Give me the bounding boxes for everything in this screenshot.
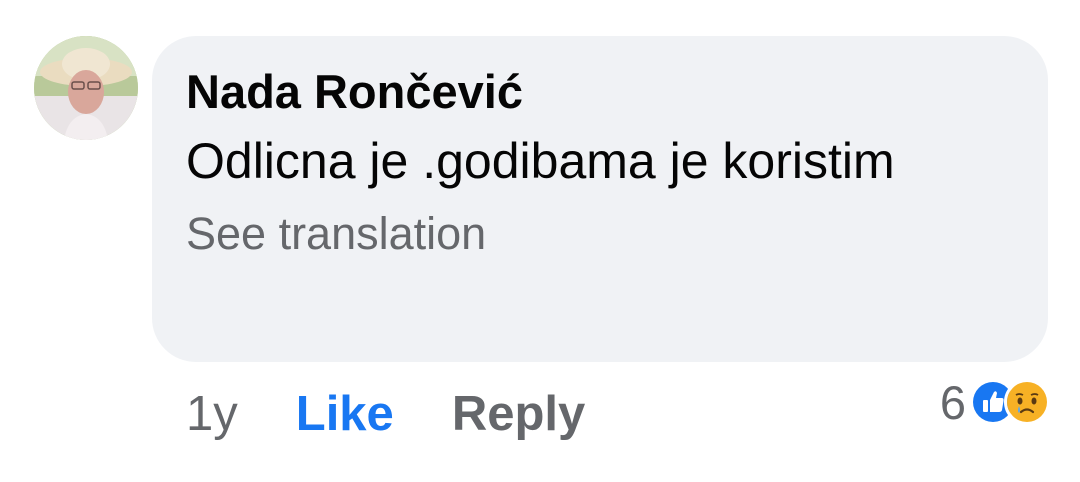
comment-text: Odlicna je .godibama je koristim — [186, 133, 895, 189]
sad-icon — [1004, 379, 1050, 425]
reactions-summary[interactable]: 6 — [940, 374, 1050, 430]
comment-bubble: Nada Rončević Odlicna je .godibama je ko… — [152, 36, 1048, 362]
author-name[interactable]: Nada Rončević — [186, 64, 1014, 120]
comment-actions: 1y Like Reply — [186, 384, 585, 444]
like-button[interactable]: Like — [296, 386, 394, 442]
comment: Nada Rončević Odlicna je .godibama je ko… — [0, 0, 1080, 482]
comment-age[interactable]: 1y — [186, 386, 238, 442]
reaction-count: 6 — [939, 375, 966, 429]
see-translation-link[interactable]: See translation — [186, 204, 1014, 264]
avatar[interactable] — [34, 36, 138, 140]
reply-button[interactable]: Reply — [452, 386, 585, 442]
